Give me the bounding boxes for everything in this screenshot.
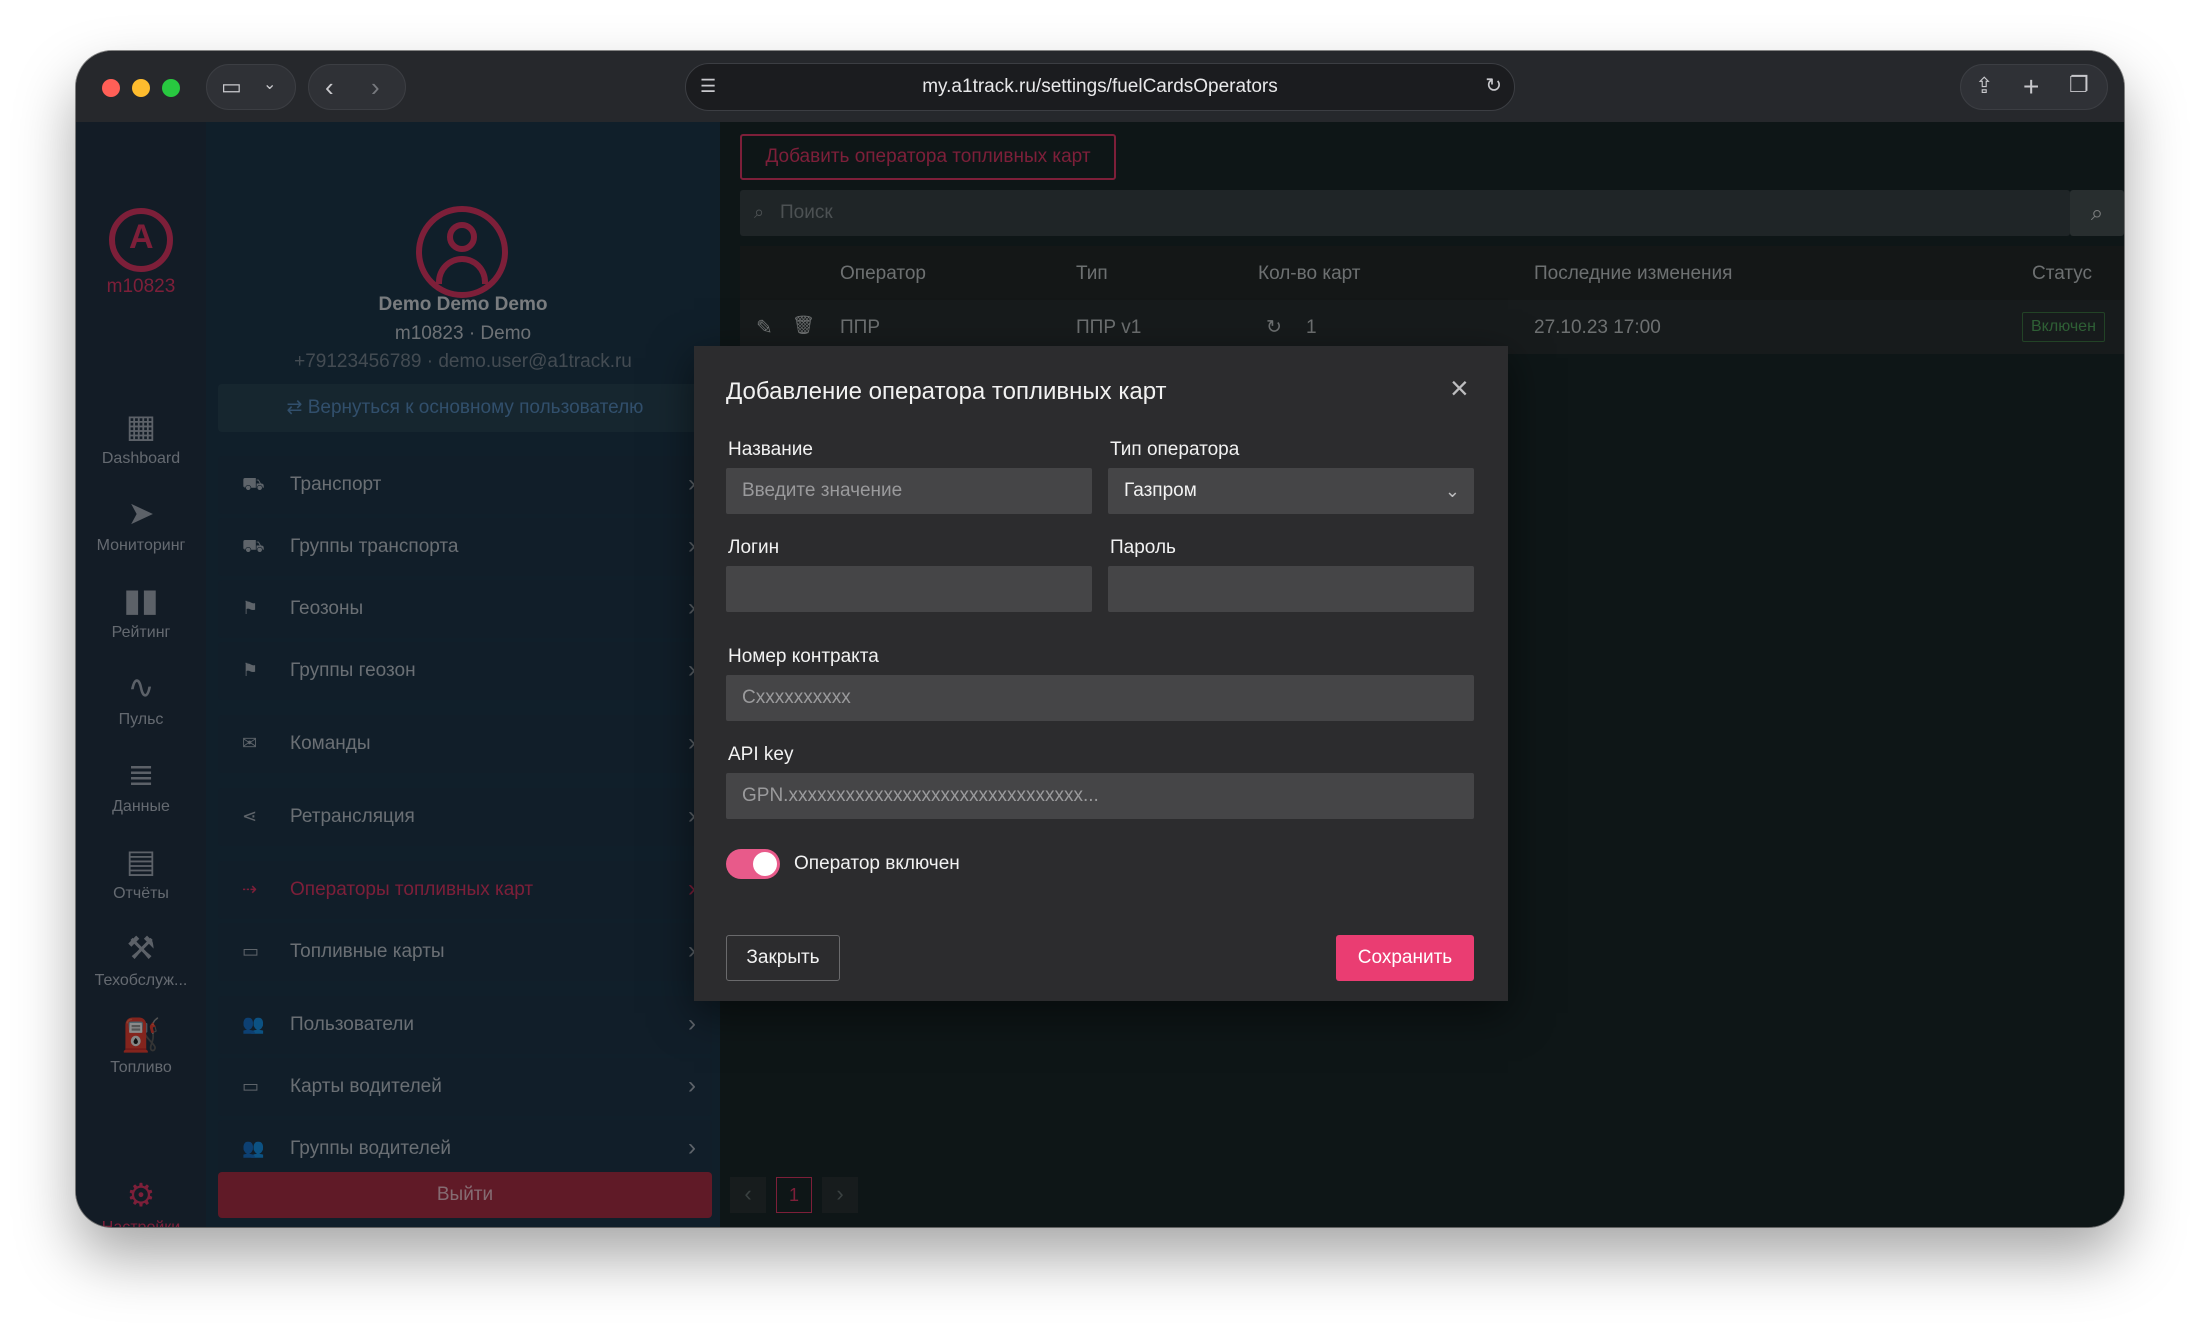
login-input[interactable]: [726, 566, 1092, 612]
chevron-down-icon: ⌄: [263, 76, 277, 93]
contract-input[interactable]: Cxxxxxxxxxx: [726, 675, 1474, 721]
contract-label: Номер контракта: [728, 646, 879, 667]
page-menu-icon[interactable]: ☰: [700, 77, 716, 95]
reload-icon[interactable]: ↻: [1485, 76, 1502, 96]
chevron-down-icon: ⌄: [1444, 481, 1460, 501]
url-text: my.a1track.ru/settings/fuelCardsOperator…: [922, 76, 1278, 97]
operator-enabled-toggle[interactable]: [726, 849, 780, 879]
share-icon[interactable]: ⇪: [1975, 75, 1993, 97]
history-nav: ‹ ›: [308, 64, 406, 110]
sidebar-icon: ▭: [221, 74, 242, 99]
add-operator-modal: Добавление оператора топливных карт × На…: [694, 346, 1508, 1001]
back-icon[interactable]: ‹: [325, 74, 334, 100]
login-label: Логин: [728, 537, 780, 558]
sidebar-toggle-button[interactable]: ▭ ⌄: [206, 64, 296, 110]
maximize-window-button[interactable]: [162, 79, 180, 97]
type-label: Тип оператора: [1110, 439, 1240, 460]
type-select[interactable]: Газпром ⌄: [1108, 468, 1474, 514]
new-tab-icon[interactable]: +: [2023, 73, 2039, 101]
tabs-overview-icon[interactable]: ❐: [2069, 74, 2089, 96]
name-input[interactable]: Введите значение: [726, 468, 1092, 514]
browser-window: ▭ ⌄ ‹ › ☰ my.a1track.ru/settings/fuelCar…: [76, 51, 2124, 1227]
api-key-label: API key: [728, 744, 794, 765]
password-input[interactable]: [1108, 566, 1474, 612]
browser-toolbar: ▭ ⌄ ‹ › ☰ my.a1track.ru/settings/fuelCar…: [76, 51, 2124, 122]
name-label: Название: [728, 439, 813, 460]
api-key-input[interactable]: GPN.xxxxxxxxxxxxxxxxxxxxxxxxxxxxxxx...: [726, 773, 1474, 819]
minimize-window-button[interactable]: [132, 79, 150, 97]
modal-title: Добавление оператора топливных карт: [726, 378, 1167, 405]
close-button[interactable]: Закрыть: [726, 935, 840, 981]
browser-actions: ⇪ + ❐: [1960, 64, 2108, 110]
toggle-label: Оператор включен: [794, 853, 960, 874]
forward-icon[interactable]: ›: [371, 74, 380, 100]
save-button[interactable]: Сохранить: [1336, 935, 1474, 981]
close-window-button[interactable]: [102, 79, 120, 97]
address-bar[interactable]: ☰ my.a1track.ru/settings/fuelCardsOperat…: [685, 63, 1515, 111]
close-icon[interactable]: ×: [1450, 372, 1469, 404]
password-label: Пароль: [1110, 537, 1176, 558]
